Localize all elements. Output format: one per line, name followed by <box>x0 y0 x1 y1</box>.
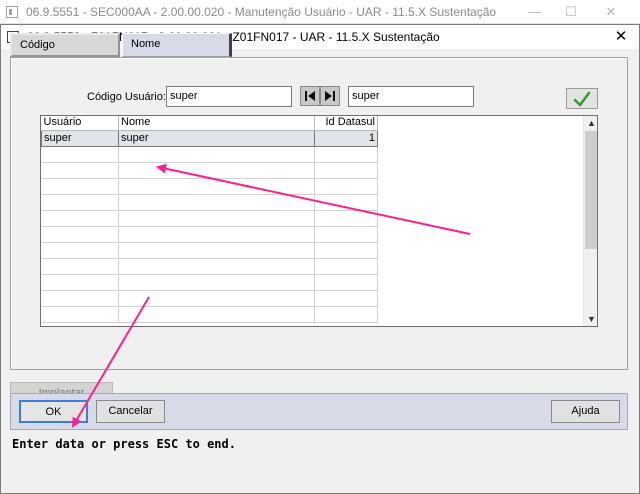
empty-table-row[interactable] <box>41 258 378 275</box>
cell-id-datasul[interactable]: 1 <box>314 129 378 147</box>
empty-cell[interactable] <box>314 210 378 227</box>
empty-table-row[interactable] <box>41 242 378 259</box>
empty-cell[interactable] <box>314 290 378 307</box>
results-grid[interactable]: Usuário Nome Id Datasul super super 1 ▲ ▼ <box>40 115 598 327</box>
minimize-button[interactable]: — <box>520 2 550 22</box>
tab-nome[interactable]: Nome <box>122 33 232 57</box>
empty-table-row[interactable] <box>41 194 378 211</box>
dialog-close-button[interactable]: ✕ <box>609 26 633 48</box>
codigo-usuario-label: Código Usuário: <box>87 91 166 103</box>
cancel-button[interactable]: Cancelar <box>96 400 165 423</box>
empty-cell[interactable] <box>314 258 378 275</box>
empty-cell[interactable] <box>314 194 378 211</box>
skip-first-icon <box>305 91 315 101</box>
empty-table-row[interactable] <box>41 146 378 163</box>
window-app-icon <box>6 6 18 18</box>
empty-cell[interactable] <box>41 274 119 291</box>
empty-cell[interactable] <box>41 178 119 195</box>
empty-cell[interactable] <box>314 226 378 243</box>
background-close-button[interactable]: ✕ <box>596 2 626 22</box>
grid-vertical-scrollbar[interactable]: ▲ ▼ <box>583 116 597 326</box>
empty-cell[interactable] <box>41 258 119 275</box>
empty-table-row[interactable] <box>41 274 378 291</box>
scroll-up-arrow[interactable]: ▲ <box>584 116 597 130</box>
empty-cell[interactable] <box>41 146 119 163</box>
maximize-button[interactable]: ☐ <box>556 2 586 22</box>
table-row[interactable]: super super 1 <box>41 129 378 147</box>
empty-cell[interactable] <box>41 194 119 211</box>
scroll-down-arrow[interactable]: ▼ <box>584 312 597 326</box>
skip-last-icon <box>325 91 335 101</box>
empty-cell[interactable] <box>118 306 315 323</box>
empty-cell[interactable] <box>314 242 378 259</box>
checkmark-icon <box>573 91 591 107</box>
column-header-nome[interactable]: Nome <box>118 116 315 131</box>
empty-table-row[interactable] <box>41 306 378 323</box>
empty-cell[interactable] <box>118 162 315 179</box>
codigo-usuario-input[interactable]: super <box>166 86 292 107</box>
empty-cell[interactable] <box>41 210 119 227</box>
empty-cell[interactable] <box>314 146 378 163</box>
empty-cell[interactable] <box>118 210 315 227</box>
empty-cell[interactable] <box>41 290 119 307</box>
empty-cell[interactable] <box>118 146 315 163</box>
status-message: Enter data or press ESC to end. <box>12 437 236 451</box>
empty-cell[interactable] <box>118 258 315 275</box>
scroll-thumb[interactable] <box>585 131 597 249</box>
tab-codigo[interactable]: Código <box>10 33 120 57</box>
empty-cell[interactable] <box>118 226 315 243</box>
background-window-title: 06.9.5551 - SEC000AA - 2.00.00.020 - Man… <box>26 5 497 19</box>
empty-cell[interactable] <box>118 178 315 195</box>
empty-cell[interactable] <box>118 274 315 291</box>
first-record-button[interactable] <box>300 86 320 106</box>
column-header-usuario[interactable]: Usuário <box>41 116 119 131</box>
results-table: Usuário Nome Id Datasul super super 1 <box>41 116 378 323</box>
empty-cell[interactable] <box>118 290 315 307</box>
background-window-titlebar: 06.9.5551 - SEC000AA - 2.00.00.020 - Man… <box>0 0 640 24</box>
nome-usuario-input[interactable]: super <box>348 86 474 107</box>
empty-cell[interactable] <box>41 162 119 179</box>
empty-cell[interactable] <box>314 306 378 323</box>
empty-cell[interactable] <box>118 242 315 259</box>
ok-button[interactable]: OK <box>19 400 88 423</box>
last-record-button[interactable] <box>320 86 340 106</box>
empty-table-row[interactable] <box>41 178 378 195</box>
empty-table-row[interactable] <box>41 290 378 307</box>
empty-cell[interactable] <box>118 194 315 211</box>
column-header-id-datasul[interactable]: Id Datasul <box>314 116 378 131</box>
empty-cell[interactable] <box>41 226 119 243</box>
empty-table-row[interactable] <box>41 226 378 243</box>
grid-header-row: Usuário Nome Id Datasul <box>41 116 378 131</box>
empty-cell[interactable] <box>41 306 119 323</box>
cell-nome[interactable]: super <box>118 129 315 147</box>
empty-cell[interactable] <box>314 178 378 195</box>
empty-table-row[interactable] <box>41 162 378 179</box>
empty-cell[interactable] <box>41 242 119 259</box>
empty-cell[interactable] <box>314 274 378 291</box>
cell-usuario[interactable]: super <box>41 129 119 147</box>
empty-cell[interactable] <box>314 162 378 179</box>
help-button[interactable]: Ajuda <box>551 400 620 423</box>
confirm-search-button[interactable] <box>566 88 598 109</box>
empty-table-row[interactable] <box>41 210 378 227</box>
